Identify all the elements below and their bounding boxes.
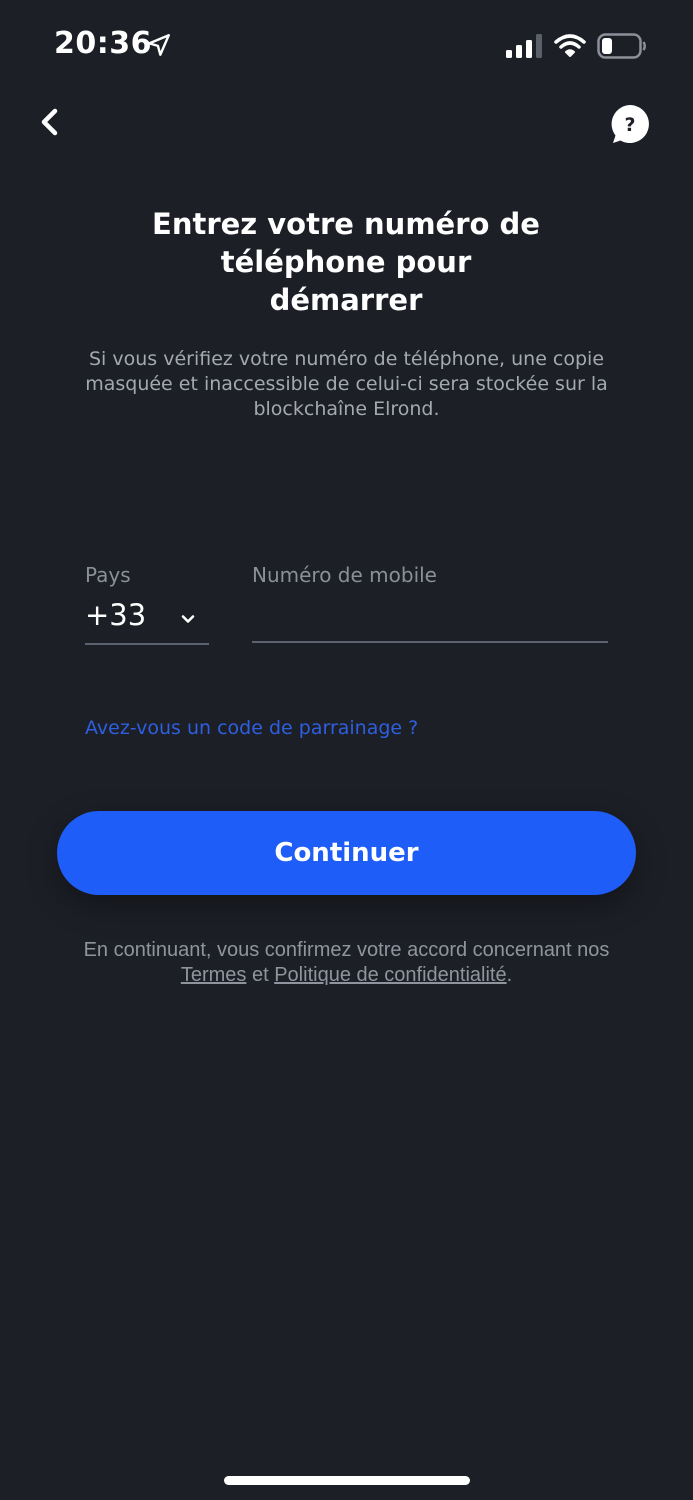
chevron-left-icon (41, 108, 58, 136)
cellular-signal-icon (506, 34, 542, 58)
continue-button[interactable]: Continuer (57, 811, 636, 895)
legal-prefix: En continuant, vous confirmez votre acco… (83, 939, 610, 961)
phone-label: Numéro de mobile (252, 563, 437, 587)
wifi-icon (554, 34, 586, 57)
legal-conjunction: et (251, 964, 269, 986)
status-time: 20:36 (54, 26, 152, 61)
legal-notice: En continuant, vous confirmez votre acco… (40, 938, 653, 988)
home-indicator[interactable] (224, 1476, 470, 1485)
country-code-select[interactable]: +33 (85, 598, 209, 645)
phone-number-input[interactable] (252, 598, 608, 643)
chevron-down-icon (181, 615, 195, 623)
privacy-policy-link[interactable]: Politique de confidentialité (274, 964, 506, 986)
svg-text:?: ? (624, 114, 635, 136)
battery-icon (597, 33, 646, 59)
location-arrow-icon (148, 34, 170, 56)
title-line: téléphone pour (220, 245, 472, 279)
back-button[interactable] (30, 102, 70, 142)
title-line: démarrer (269, 283, 423, 317)
page-title: Entrez votre numéro de téléphone pour dé… (146, 205, 546, 319)
page-subtitle: Si vous vérifiez votre numéro de télépho… (85, 348, 608, 420)
legal-suffix: . (506, 964, 513, 986)
country-code-value: +33 (85, 598, 147, 632)
help-button[interactable]: ? (608, 102, 652, 146)
referral-code-link[interactable]: Avez-vous un code de parrainage ? (85, 717, 418, 739)
question-bubble-icon: ? (611, 105, 649, 143)
country-label: Pays (85, 563, 131, 587)
title-line: Entrez votre numéro de (152, 207, 540, 241)
status-bar: 20:36 (0, 0, 693, 90)
terms-link[interactable]: Termes (181, 964, 247, 986)
